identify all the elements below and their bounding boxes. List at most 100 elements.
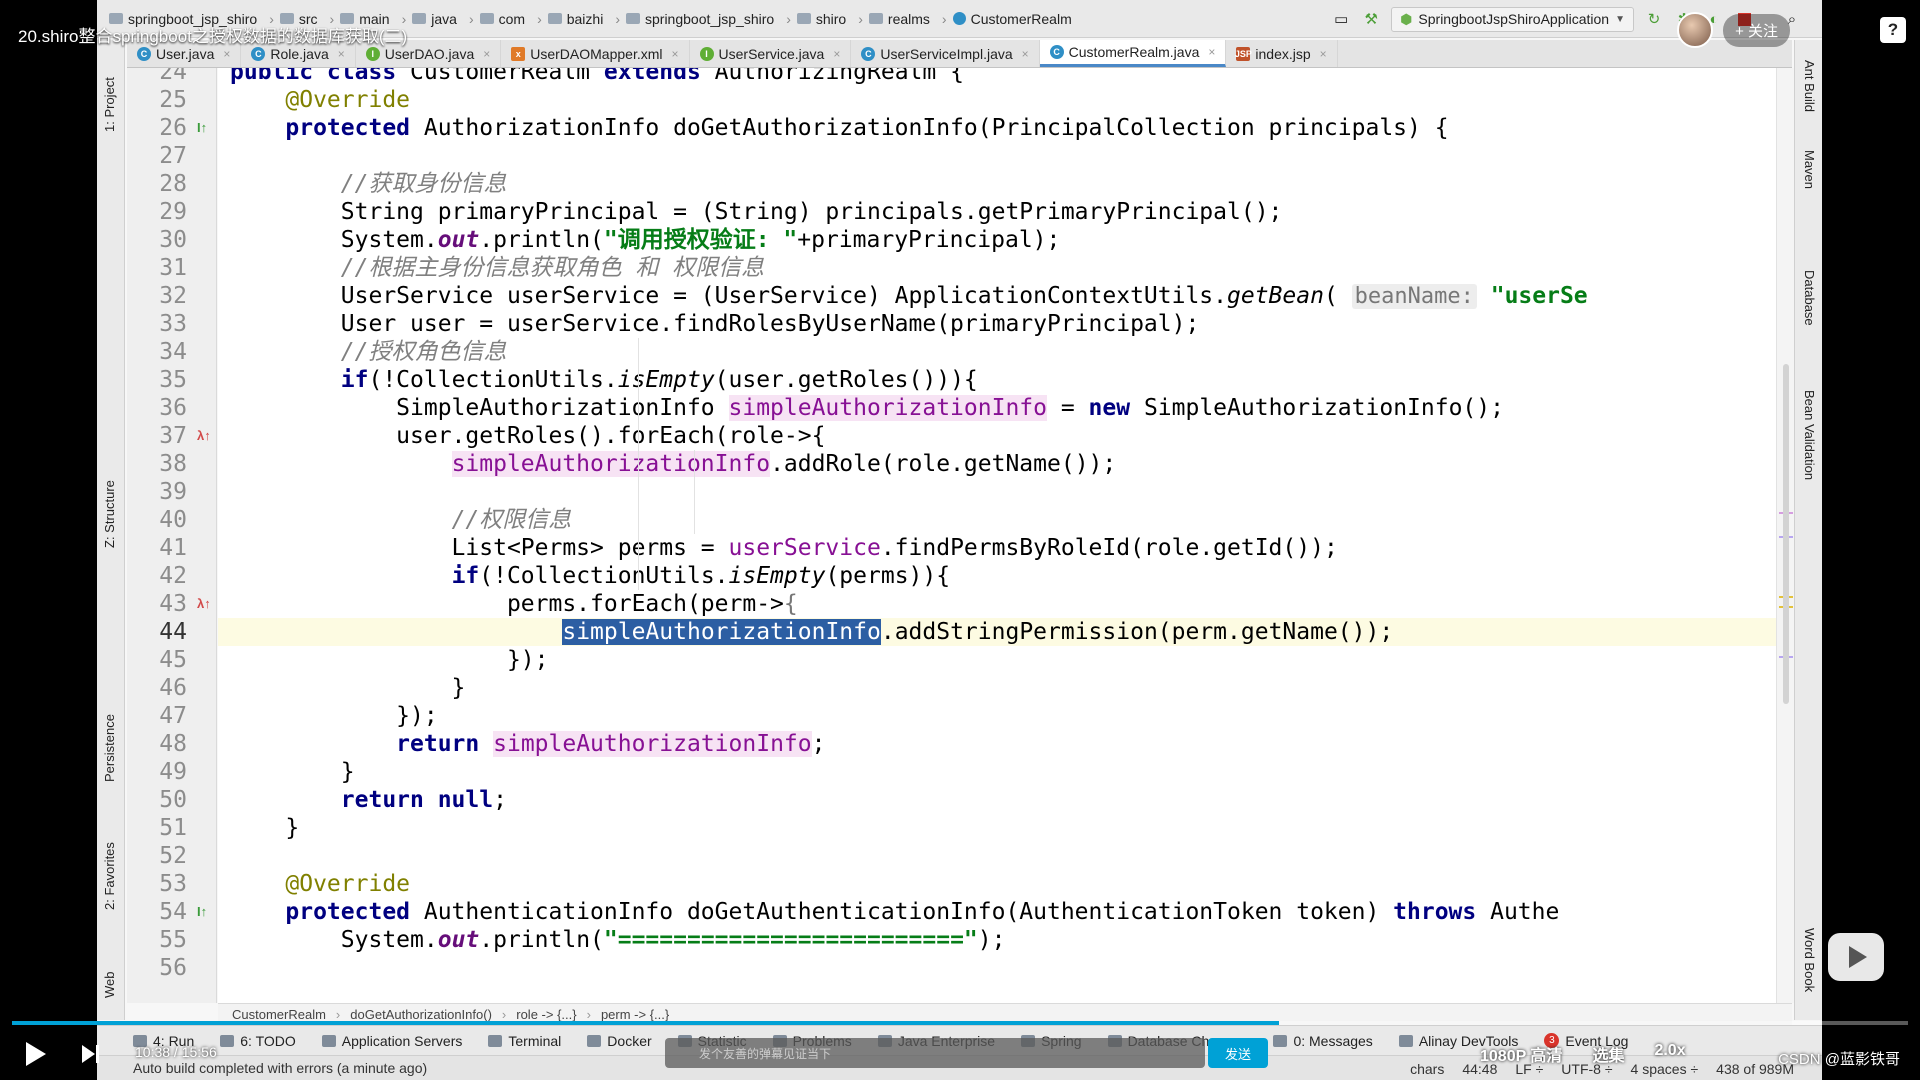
override-marker-icon[interactable]: λ↑ (197, 596, 211, 611)
tool-maven[interactable]: Maven (1802, 150, 1817, 189)
line-number[interactable]: 31 (127, 254, 187, 282)
tool-window-button[interactable]: Docker (587, 1033, 652, 1049)
code-line[interactable]: return simpleAuthorizationInfo; (230, 730, 825, 758)
editor-tab[interactable]: x UserDAOMapper.xml × (501, 40, 690, 67)
close-tab-icon[interactable]: × (1022, 47, 1029, 61)
line-number[interactable]: 36 (127, 394, 187, 422)
tool-window-button[interactable]: Terminal (488, 1033, 561, 1049)
line-number[interactable]: 51 (127, 814, 187, 842)
tool-favorites[interactable]: 2: Favorites (102, 842, 117, 910)
tool-window-button[interactable]: Application Servers (321, 1033, 462, 1049)
editor-breadcrumb-item[interactable]: CustomerRealm (232, 1007, 326, 1022)
line-number[interactable]: 37 (127, 422, 187, 450)
code-line[interactable]: SimpleAuthorizationInfo simpleAuthorizat… (230, 394, 1504, 422)
close-tab-icon[interactable]: × (672, 47, 679, 61)
close-tab-icon[interactable]: × (483, 47, 490, 61)
tool-window-button[interactable]: 6: TODO (220, 1033, 296, 1049)
line-number[interactable]: 39 (127, 478, 187, 506)
breadcrumb-item[interactable]: CustomerRealm (952, 11, 1072, 27)
line-number[interactable]: 26 (127, 114, 187, 142)
code-line[interactable]: return null; (230, 786, 507, 814)
close-tab-icon[interactable]: × (223, 47, 230, 61)
quality-select[interactable]: 1080P 高清 (1480, 1042, 1562, 1066)
uploader-avatar[interactable] (1677, 12, 1714, 48)
line-number[interactable]: 41 (127, 534, 187, 562)
code-line[interactable]: String primaryPrincipal = (String) princ… (230, 198, 1283, 226)
breadcrumb-item[interactable]: springboot_jsp_shiro (626, 11, 774, 27)
line-number[interactable]: 42 (127, 562, 187, 590)
danmu-send-button[interactable]: 发送 (1208, 1038, 1268, 1068)
code-line[interactable]: //权限信息 (230, 506, 572, 534)
line-number[interactable]: 55 (127, 926, 187, 954)
code-line[interactable]: //获取身份信息 (230, 170, 507, 198)
tool-word-book[interactable]: Word Book (1802, 928, 1817, 992)
tool-structure[interactable]: Z: Structure (102, 480, 117, 548)
line-number[interactable]: 43 (127, 590, 187, 618)
line-number[interactable]: 56 (127, 954, 187, 982)
close-tab-icon[interactable]: × (1208, 45, 1215, 59)
line-number[interactable]: 47 (127, 702, 187, 730)
line-number[interactable]: 46 (127, 674, 187, 702)
code-line[interactable]: protected AuthorizationInfo doGetAuthori… (230, 114, 1448, 142)
editor-tab[interactable]: I UserService.java × (690, 40, 852, 67)
code-line[interactable]: List<Perms> perms = userService.findPerm… (230, 534, 1338, 562)
line-number[interactable]: 34 (127, 338, 187, 366)
breadcrumb-item[interactable]: java (412, 11, 457, 27)
code-line[interactable]: perms.forEach(perm->{ (230, 590, 798, 618)
code-line[interactable]: User user = userService.findRolesByUserN… (230, 310, 1200, 338)
line-number[interactable]: 27 (127, 142, 187, 170)
speed-select[interactable]: 2.0x (1654, 1042, 1685, 1066)
code-line[interactable]: simpleAuthorizationInfo.addStringPermiss… (230, 618, 1393, 646)
code-line[interactable]: }); (230, 702, 438, 730)
breadcrumb-item[interactable]: com (479, 11, 525, 27)
line-number[interactable]: 54 (127, 898, 187, 926)
override-marker-icon[interactable]: I↑ (197, 120, 207, 135)
line-number[interactable]: 30 (127, 226, 187, 254)
code-line[interactable]: if(!CollectionUtils.isEmpty(perms)){ (230, 562, 951, 590)
play-icon[interactable] (26, 1042, 46, 1066)
help-icon[interactable]: ? (1880, 17, 1906, 43)
line-number[interactable]: 28 (127, 170, 187, 198)
code-line[interactable]: } (230, 758, 355, 786)
line-number[interactable]: 50 (127, 786, 187, 814)
breadcrumb-item[interactable]: baizhi (547, 11, 603, 27)
editor-tab[interactable]: C UserServiceImpl.java × (851, 40, 1040, 67)
editor-tab[interactable]: C CustomerRealm.java × (1039, 40, 1227, 67)
override-marker-icon[interactable]: λ↑ (197, 428, 211, 443)
code-line[interactable]: @Override (230, 86, 410, 114)
line-number[interactable]: 49 (127, 758, 187, 786)
build-hammer-icon[interactable]: ⚒ (1361, 9, 1381, 29)
tool-project[interactable]: 1: Project (102, 77, 117, 132)
tool-persistence[interactable]: Persistence (102, 714, 117, 782)
code-line[interactable]: System.out.println("调用授权验证: "+primaryPri… (230, 226, 1061, 254)
editor-breadcrumb-item[interactable]: doGetAuthorizationInfo() (350, 1007, 492, 1022)
line-number[interactable]: 44 (127, 618, 187, 646)
code-line[interactable]: protected AuthenticationInfo doGetAuthen… (230, 898, 1559, 926)
next-episode-icon[interactable] (82, 1043, 100, 1065)
code-line[interactable]: @Override (230, 870, 410, 898)
close-tab-icon[interactable]: × (833, 47, 840, 61)
tool-bean-validation[interactable]: Bean Validation (1802, 390, 1817, 480)
editor-tab[interactable]: JSP index.jsp × (1226, 40, 1338, 67)
floating-play-icon[interactable] (1828, 933, 1884, 981)
code-line[interactable]: public class CustomerRealm extends Autho… (230, 68, 964, 86)
status-message[interactable]: Auto build completed with errors (a minu… (133, 1060, 427, 1076)
line-number[interactable]: 25 (127, 86, 187, 114)
follow-button[interactable]: + 关注 (1723, 13, 1790, 47)
video-player[interactable]: 20.shiro整合springboot之授权数据的数据库获取(二) + 关注 … (0, 0, 1920, 1080)
line-number[interactable]: 53 (127, 870, 187, 898)
run-configuration-select[interactable]: ⬢ SpringbootJspShiroApplication ▼ (1391, 6, 1634, 32)
code-line[interactable]: //根据主身份信息获取角色 和 权限信息 (230, 254, 764, 282)
tool-web[interactable]: Web (102, 972, 117, 999)
line-number[interactable]: 40 (127, 506, 187, 534)
breadcrumb-item[interactable]: realms (868, 11, 930, 27)
line-number[interactable]: 52 (127, 842, 187, 870)
vertical-scrollbar[interactable] (1783, 364, 1789, 704)
tool-database[interactable]: Database (1802, 270, 1817, 326)
code-line[interactable]: user.getRoles().forEach(role->{ (230, 422, 825, 450)
breadcrumb-item[interactable]: shiro (796, 11, 846, 27)
code-line[interactable]: System.out.println("====================… (230, 926, 1006, 954)
danmu-input[interactable]: 发个友善的弹幕见证当下 (665, 1038, 1205, 1068)
code-line[interactable]: }); (230, 646, 549, 674)
code-line[interactable]: UserService userService = (UserService) … (230, 282, 1588, 310)
